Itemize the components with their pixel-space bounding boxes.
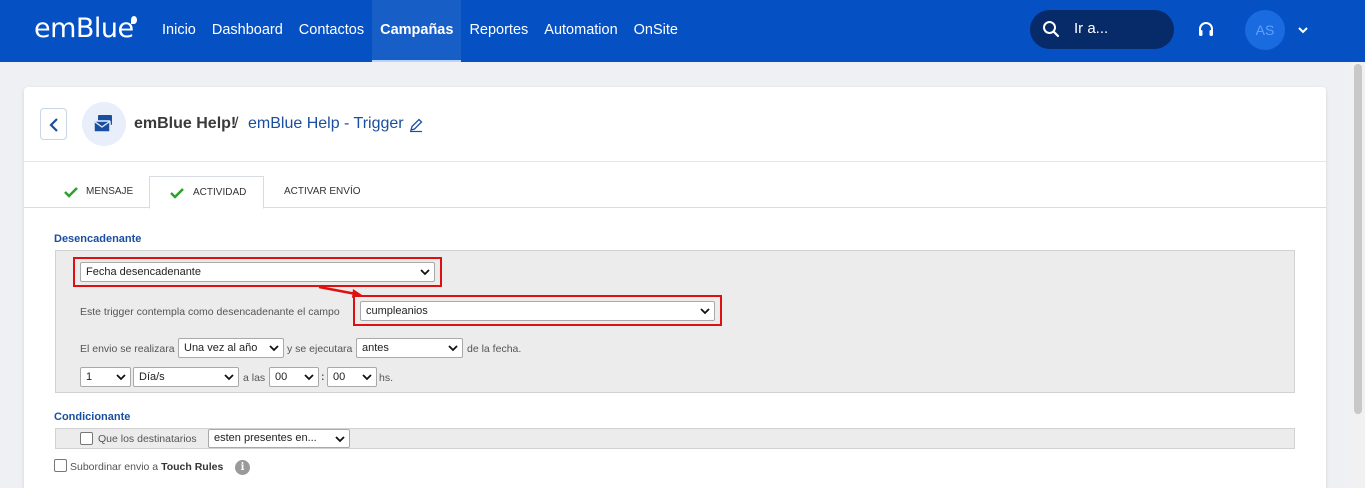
exec-label: y se ejecutara	[287, 343, 353, 355]
breadcrumb-separator: /	[234, 115, 239, 132]
hs-label: hs.	[379, 372, 394, 384]
chevron-down-icon	[304, 374, 314, 381]
destinatarios-label: Que los destinatarios	[98, 433, 197, 445]
tab-activar-envio[interactable]: ACTIVAR ENVÍO	[284, 176, 384, 208]
chevron-down-icon	[116, 374, 126, 381]
chevron-down-icon	[362, 374, 372, 381]
main-nav: Inicio Dashboard Contactos Campañas Repo…	[154, 0, 686, 62]
campaign-icon	[82, 102, 126, 146]
campaign-card: emBlue Help! / emBlue Help - Trigger MEN…	[24, 87, 1326, 488]
pencil-icon[interactable]	[408, 117, 424, 133]
touch-rules-label: Subordinar envio a Touch Rules	[70, 461, 223, 473]
nav-contactos[interactable]: Contactos	[291, 0, 372, 62]
page-scrollbar[interactable]	[1351, 62, 1365, 488]
chevron-left-icon	[49, 118, 58, 132]
top-navbar: emBlue Inicio Dashboard Contactos Campañ…	[0, 0, 1365, 62]
trigger-panel: Fecha desencadenante Este trigger contem…	[55, 250, 1295, 393]
nav-automation[interactable]: Automation	[536, 0, 625, 62]
chevron-down-icon[interactable]	[1296, 23, 1310, 37]
section-condicionante: Condicionante	[54, 411, 131, 423]
nav-inicio[interactable]: Inicio	[154, 0, 204, 62]
select-value: 00	[275, 371, 288, 383]
search-placeholder: Ir a...	[1074, 20, 1109, 37]
select-value: antes	[362, 342, 389, 354]
select-value: esten presentes en...	[214, 432, 317, 444]
step-tabs: MENSAJE ACTIVIDAD ACTIVAR ENVÍO	[24, 176, 1326, 209]
logo-accent	[131, 16, 137, 24]
select-value: 00	[333, 371, 346, 383]
tab-label: MENSAJE	[86, 186, 134, 197]
frequency-select[interactable]: Una vez al año	[178, 338, 284, 358]
check-icon	[170, 188, 184, 199]
touch-rules-checkbox[interactable]	[54, 459, 67, 472]
select-value: Una vez al año	[184, 342, 258, 354]
avatar[interactable]: AS	[1245, 10, 1285, 50]
tab-mensaje[interactable]: MENSAJE	[54, 176, 154, 208]
unit-select[interactable]: Día/s	[133, 367, 239, 387]
headset-icon[interactable]	[1196, 20, 1216, 40]
hour-select[interactable]: 00	[269, 367, 319, 387]
touch-rules-bold: Touch Rules	[161, 461, 224, 473]
emblue-logo[interactable]: emBlue	[34, 13, 134, 44]
send-label: El envio se realizara	[80, 343, 175, 355]
check-icon	[64, 187, 78, 198]
info-icon[interactable]: i	[235, 460, 250, 475]
touch-rules-prefix: Subordinar envio a	[70, 461, 159, 473]
select-value: 1	[86, 371, 93, 383]
trigger-title: emBlue Help - Trigger	[248, 115, 404, 132]
campaign-title[interactable]: emBlue Help!	[134, 115, 236, 133]
highlight-box	[73, 257, 442, 287]
at-label: a las	[243, 372, 266, 384]
condition-panel: Que los destinatarios esten presentes en…	[55, 428, 1295, 449]
nav-onsite[interactable]: OnSite	[626, 0, 686, 62]
header-divider	[24, 161, 1326, 162]
select-value: Día/s	[139, 371, 165, 383]
section-desencadenante: Desencadenante	[54, 233, 142, 245]
back-button[interactable]	[40, 108, 67, 140]
nav-dashboard[interactable]: Dashboard	[204, 0, 291, 62]
time-colon: :	[321, 371, 325, 383]
nav-reportes[interactable]: Reportes	[461, 0, 536, 62]
scrollbar-thumb[interactable]	[1354, 64, 1362, 414]
search-icon	[1043, 21, 1060, 38]
tab-actividad[interactable]: ACTIVIDAD	[149, 176, 264, 209]
search-box[interactable]: Ir a...	[1030, 10, 1174, 49]
destinatarios-checkbox[interactable]	[80, 432, 93, 445]
tab-label: ACTIVAR ENVÍO	[284, 186, 361, 197]
chevron-down-icon	[224, 374, 234, 381]
nav-campanas[interactable]: Campañas	[372, 0, 462, 62]
tab-label: ACTIVIDAD	[193, 187, 247, 198]
chevron-down-icon	[335, 436, 345, 443]
chevron-down-icon	[448, 345, 458, 352]
date-label: de la fecha.	[467, 343, 522, 355]
envelopes-icon	[93, 115, 112, 133]
highlight-box	[353, 295, 722, 326]
chevron-down-icon	[269, 345, 279, 352]
when-select[interactable]: antes	[356, 338, 463, 358]
field-label: Este trigger contempla como desencadenan…	[80, 306, 340, 318]
destinatarios-select[interactable]: esten presentes en...	[208, 429, 350, 448]
amount-select[interactable]: 1	[80, 367, 131, 387]
minute-select[interactable]: 00	[327, 367, 377, 387]
